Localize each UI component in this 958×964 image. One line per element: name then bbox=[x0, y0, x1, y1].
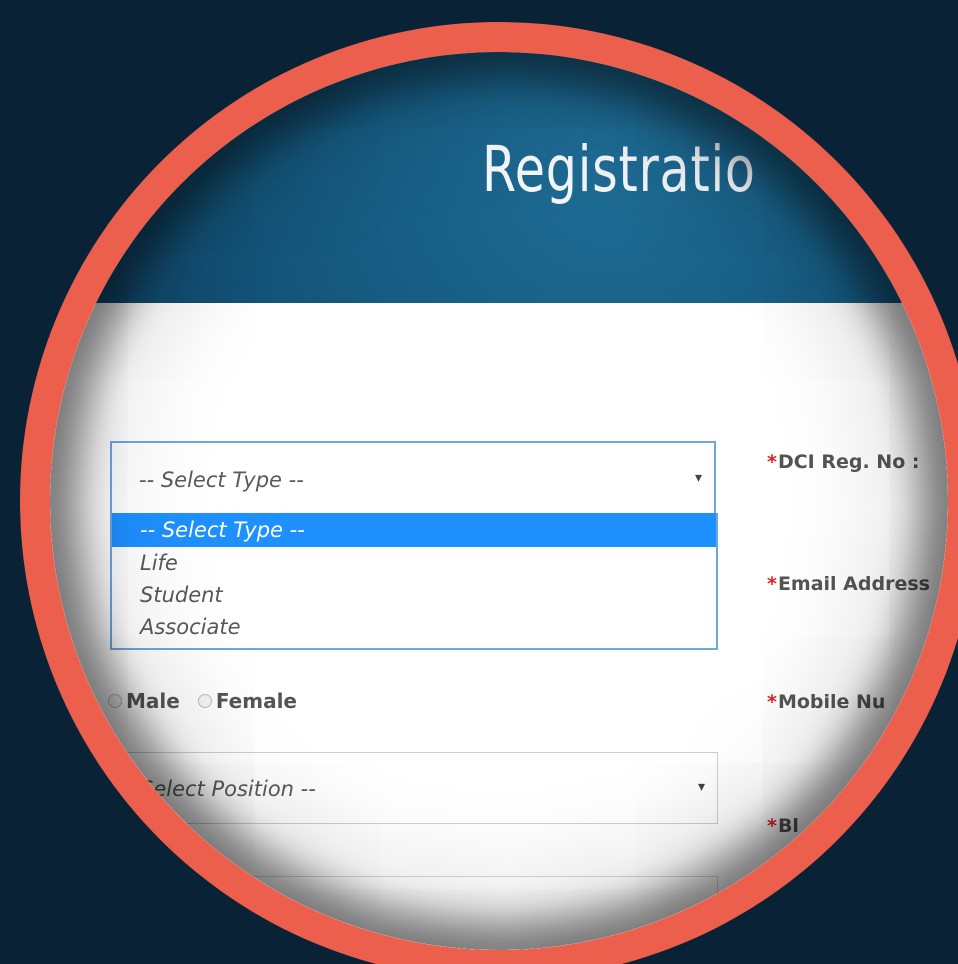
header-title-fade bbox=[810, 122, 948, 242]
email-address-text: Email Address bbox=[777, 573, 930, 595]
male-label: Male bbox=[126, 689, 180, 713]
blood-group-label-partial: *Bl bbox=[767, 815, 799, 837]
male-radio[interactable] bbox=[108, 694, 122, 708]
registration-form-area: -- Select Type -- ▾ -- Select Type -- Li… bbox=[50, 303, 948, 950]
position-selected-value: Select Position -- bbox=[140, 777, 316, 801]
required-asterisk: * bbox=[767, 451, 777, 473]
required-asterisk: * bbox=[767, 691, 777, 713]
required-asterisk: * bbox=[767, 573, 777, 595]
membership-type-select[interactable]: -- Select Type -- ▾ bbox=[110, 441, 716, 513]
dropdown-option-associate[interactable]: Associate bbox=[112, 610, 716, 644]
female-radio[interactable] bbox=[197, 694, 212, 708]
registration-header: Registratio bbox=[50, 52, 948, 303]
dropdown-option-student[interactable]: Student bbox=[112, 578, 716, 612]
dci-reg-no-label: *DCI Reg. No : bbox=[767, 451, 919, 473]
membership-type-dropdown-list: -- Select Type -- Life Student Associate bbox=[110, 513, 718, 650]
membership-type-selected-value: -- Select Type -- bbox=[139, 468, 304, 492]
position-select[interactable]: Select Position -- ▾ bbox=[110, 752, 718, 824]
dropdown-option-life[interactable]: Life bbox=[112, 546, 716, 580]
mobile-number-text: Mobile Nu bbox=[777, 691, 886, 713]
chevron-down-icon: ▾ bbox=[697, 779, 705, 795]
dropdown-option-select-type[interactable]: -- Select Type -- bbox=[112, 513, 716, 547]
email-address-label: *Email Address bbox=[767, 573, 930, 595]
chevron-down-icon: ▾ bbox=[694, 470, 702, 486]
mobile-number-label: *Mobile Nu bbox=[767, 691, 885, 713]
blood-group-text-partial: Bl bbox=[777, 815, 799, 837]
page-title: Registratio bbox=[482, 133, 756, 206]
female-label: Female bbox=[215, 689, 297, 713]
partially-visible-next-field[interactable] bbox=[110, 876, 718, 950]
magnified-registration-form: Registratio -- Select Type -- ▾ -- Selec… bbox=[50, 52, 948, 950]
required-asterisk: * bbox=[767, 815, 777, 837]
gender-radio-group: Male Female bbox=[108, 689, 315, 719]
registration-zoom-screenshot: Registratio -- Select Type -- ▾ -- Selec… bbox=[0, 0, 958, 964]
dci-reg-no-text: DCI Reg. No : bbox=[777, 451, 920, 473]
